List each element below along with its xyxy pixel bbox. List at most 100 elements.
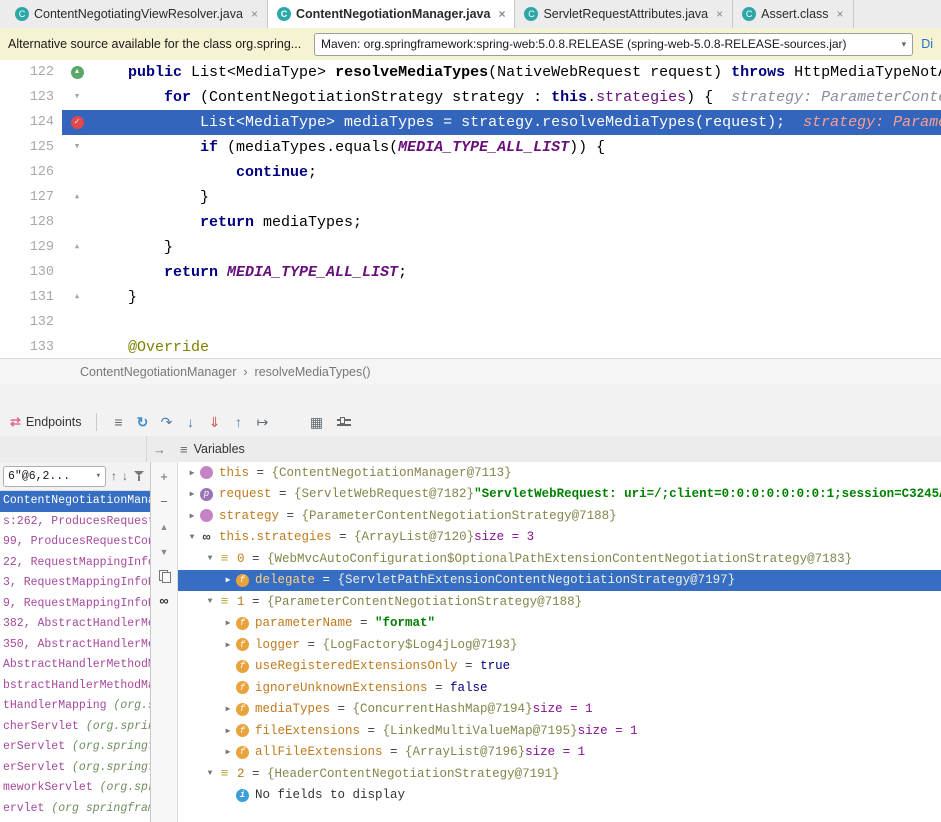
code-text[interactable]: for (ContentNegotiationStrategy strategy… [92, 85, 941, 110]
code-text[interactable]: } [92, 285, 941, 310]
variable-row[interactable]: ▶fallFileExtensions = {ArrayList@7196} s… [178, 742, 941, 764]
variable-row[interactable]: ▶fmediaTypes = {ConcurrentHashMap@7194} … [178, 699, 941, 721]
source-jar-combo[interactable]: Maven: org.springframework:spring-web:5.… [314, 33, 913, 56]
variable-row[interactable]: ▼≡1 = {ParameterContentNegotiationStrate… [178, 591, 941, 613]
thread-selector[interactable]: 6"@6,2... ▾ [3, 466, 106, 487]
expand-chevron-icon[interactable]: ▼ [184, 533, 200, 542]
variable-row[interactable]: fignoreUnknownExtensions = false [178, 677, 941, 699]
code-text[interactable]: if (mediaTypes.equals(MEDIA_TYPE_ALL_LIS… [92, 135, 941, 160]
view-as-table-icon[interactable]: ▦ [305, 414, 329, 431]
filter-icon[interactable] [133, 470, 145, 482]
code-text[interactable]: return mediaTypes; [92, 210, 941, 235]
expand-chevron-icon[interactable]: ▼ [202, 554, 218, 563]
variable-row[interactable]: iNo fields to display [178, 785, 941, 807]
step-into-icon[interactable]: ↓ [179, 414, 203, 430]
move-watch-up-icon[interactable]: ▲ [160, 520, 169, 534]
breadcrumb-method[interactable]: resolveMediaTypes() [255, 365, 371, 379]
stack-frame[interactable]: 22, RequestMappingInfo ( [0, 553, 150, 574]
step-over-icon[interactable]: ↷ [155, 414, 179, 431]
variable-row[interactable]: ▼≡2 = {HeaderContentNegotiationStrategy@… [178, 763, 941, 785]
move-watch-down-icon[interactable]: ▼ [160, 545, 169, 559]
step-out-icon[interactable]: ↑ [227, 414, 251, 430]
tab-variables[interactable]: ≡ Variables [174, 442, 251, 457]
stack-frame[interactable]: s:262, ProducesRequestCo [0, 512, 150, 533]
stack-frame[interactable]: ervlet (org springframewo [0, 799, 150, 820]
stack-frame[interactable]: ContentNegotiationMana [0, 491, 150, 512]
stack-frame[interactable]: 99, ProducesRequestCond [0, 532, 150, 553]
line-number[interactable]: 125 [0, 135, 62, 160]
breakpoint-icon[interactable]: ✓ [71, 116, 84, 129]
code-text[interactable]: } [92, 185, 941, 210]
variable-row[interactable]: ▶fparameterName = "format" [178, 613, 941, 635]
settings-icon[interactable] [337, 416, 351, 428]
variable-row[interactable]: ▶this = {ContentNegotiationManager@7113} [178, 462, 941, 484]
close-tab-icon[interactable]: × [837, 7, 844, 21]
variable-row[interactable]: ▶fdelegate = {ServletPathExtensionConten… [178, 570, 941, 592]
line-number[interactable]: 133 [0, 335, 62, 358]
previous-frame-icon[interactable]: ↑ [111, 469, 117, 483]
show-watches-icon[interactable]: ∞ [159, 594, 168, 608]
stack-frame[interactable]: erServlet (org.springframe [0, 758, 150, 779]
expand-chevron-icon[interactable]: ▶ [220, 726, 236, 736]
line-number[interactable]: 122 [0, 60, 62, 85]
expand-chevron-icon[interactable]: ▶ [220, 575, 236, 585]
file-tab[interactable]: CContentNegotiationManager.java× [268, 0, 516, 28]
stack-frame[interactable]: meworkServlet (org.sprin [0, 778, 150, 799]
expand-chevron-icon[interactable]: ▶ [220, 747, 236, 757]
code-text[interactable] [92, 310, 941, 335]
line-number[interactable]: 132 [0, 310, 62, 335]
variable-row[interactable]: ▶prequest = {ServletWebRequest@7182} "Se… [178, 484, 941, 506]
expand-chevron-icon[interactable]: ▶ [184, 468, 200, 478]
code-text[interactable]: List<MediaType> mediaTypes = strategy.re… [92, 110, 941, 135]
file-tab[interactable]: CAssert.class× [733, 0, 853, 28]
stack-frame[interactable]: 9, RequestMappingInfoHa [0, 594, 150, 615]
line-number[interactable]: 131 [0, 285, 62, 310]
stack-frame[interactable]: 350, AbstractHandlerMetho [0, 635, 150, 656]
code-text[interactable]: } [92, 235, 941, 260]
pin-tab-icon[interactable]: → [153, 442, 166, 457]
disable-link[interactable]: Di [921, 37, 933, 51]
code-text[interactable]: public List<MediaType> resolveMediaTypes… [92, 60, 941, 85]
line-number[interactable]: 123 [0, 85, 62, 110]
stack-frame[interactable]: 382, AbstractHandlerMeth [0, 614, 150, 635]
variable-row[interactable]: ▼≡0 = {WebMvcAutoConfiguration$OptionalP… [178, 548, 941, 570]
stack-frame[interactable]: cherServlet (org.springfra [0, 717, 150, 738]
file-tab[interactable]: CContentNegotiatingViewResolver.java× [6, 0, 268, 28]
force-step-into-icon[interactable]: ⇓ [203, 414, 227, 431]
expand-chevron-icon[interactable]: ▶ [220, 618, 236, 628]
stack-frame[interactable]: AbstractHandlerMethodM [0, 655, 150, 676]
variable-row[interactable]: fuseRegisteredExtensionsOnly = true [178, 656, 941, 678]
close-tab-icon[interactable]: × [251, 7, 258, 21]
stack-frame[interactable]: tHandlerMapping (org.sp [0, 696, 150, 717]
remove-watch-icon[interactable]: − [160, 495, 168, 509]
line-number[interactable]: 126 [0, 160, 62, 185]
line-number[interactable]: 130 [0, 260, 62, 285]
code-text[interactable]: return MEDIA_TYPE_ALL_LIST; [92, 260, 941, 285]
line-number[interactable]: 124 [0, 110, 62, 135]
code-text[interactable]: @Override [92, 335, 941, 358]
expand-chevron-icon[interactable]: ▶ [184, 489, 200, 499]
breadcrumb-class[interactable]: ContentNegotiationManager [80, 365, 236, 379]
close-tab-icon[interactable]: × [716, 7, 723, 21]
variable-row[interactable]: ▶ffileExtensions = {LinkedMultiValueMap@… [178, 720, 941, 742]
menu-icon[interactable]: ≡ [107, 414, 131, 430]
line-number[interactable]: 129 [0, 235, 62, 260]
expand-chevron-icon[interactable]: ▶ [184, 511, 200, 521]
expand-chevron-icon[interactable]: ▼ [202, 769, 218, 778]
expand-chevron-icon[interactable]: ▼ [202, 597, 218, 606]
variable-row[interactable]: ▶strategy = {ParameterContentNegotiation… [178, 505, 941, 527]
variable-row[interactable]: ▼∞this.strategies = {ArrayList@7120} siz… [178, 527, 941, 549]
expand-chevron-icon[interactable]: ▶ [220, 640, 236, 650]
line-number[interactable]: 127 [0, 185, 62, 210]
file-tab[interactable]: CServletRequestAttributes.java× [515, 0, 733, 28]
run-to-cursor-icon[interactable]: ↦ [251, 414, 275, 431]
code-editor[interactable]: 122▲ public List<MediaType> resolveMedia… [0, 60, 941, 358]
code-text[interactable]: continue; [92, 160, 941, 185]
add-watch-icon[interactable]: + [160, 470, 168, 484]
next-frame-icon[interactable]: ↓ [122, 469, 128, 483]
close-tab-icon[interactable]: × [498, 7, 505, 21]
line-number[interactable]: 128 [0, 210, 62, 235]
expand-chevron-icon[interactable]: ▶ [220, 704, 236, 714]
stack-frame[interactable]: 3, RequestMappingInfoHa [0, 573, 150, 594]
tab-endpoints[interactable]: ⇄ Endpoints [6, 414, 86, 430]
